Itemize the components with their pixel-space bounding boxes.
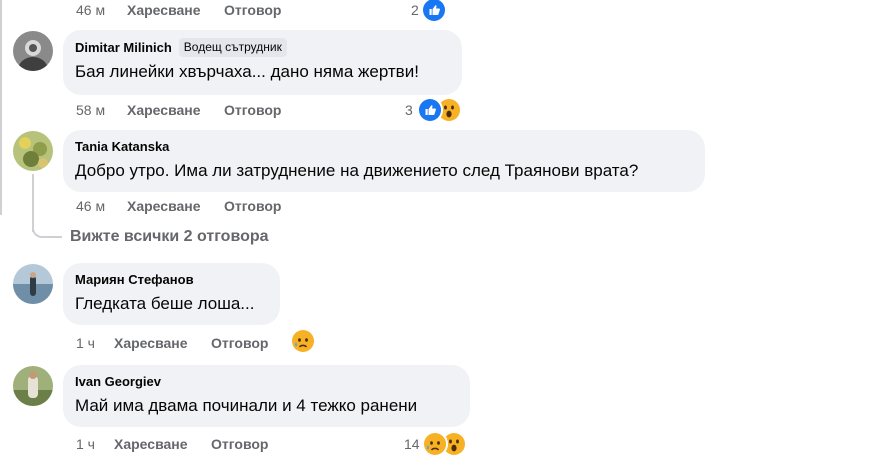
reply-button[interactable]: Отговор [224,100,281,120]
reaction-summary[interactable]: 2 [405,0,447,23]
like-button[interactable]: Харесване [127,196,201,216]
like-button[interactable]: Харесване [127,0,201,20]
comment-actions: 58 м Харесване Отговор [76,100,306,120]
thread-line [0,0,2,215]
comment-author[interactable]: Tania Katanska [75,139,169,155]
comment-text: Гледката беше лоша... [75,294,255,313]
comment-bubble: Ivan Georgiev Май има двама починали и 4… [63,365,470,427]
comment-timestamp[interactable]: 46 м [76,196,105,216]
reply-button[interactable]: Отговор [224,196,281,216]
like-icon [417,97,443,123]
reply-button[interactable]: Отговор [211,333,268,353]
comment-timestamp[interactable]: 58 м [76,100,105,120]
contributor-badge: Водещ сътрудник [178,38,287,57]
comment-text: Добро утро. Има ли затруднение на движен… [75,161,639,180]
comment-author[interactable]: Dimitar Milinich [75,40,172,56]
avatar[interactable] [13,264,53,304]
comment-text: Май има двама починали и 4 тежко ранени [75,396,418,415]
reply-connector-line [32,174,34,232]
comment-bubble: Dimitar Milinich Водещ сътрудник Бая лине… [63,30,462,95]
sad-icon [290,328,316,354]
reaction-summary[interactable]: 3 [405,97,465,123]
comment-author[interactable]: Ivan Georgiev [75,374,161,390]
reply-button[interactable]: Отговор [211,434,268,454]
like-button[interactable]: Харесване [114,333,188,353]
view-all-replies-link[interactable]: Вижте всички 2 отговора [70,228,269,246]
comment-actions: 46 м Харесване Отговор [76,0,306,20]
like-icon [421,0,447,23]
sad-icon [422,431,448,457]
like-button[interactable]: Харесване [127,100,201,120]
reaction-count: 3 [405,102,413,118]
reply-button[interactable]: Отговор [224,0,281,20]
comment-text: Бая линейки хвърчаха... дано няма жертви… [75,62,419,81]
reaction-summary[interactable] [290,328,316,354]
reaction-count: 2 [411,2,419,18]
avatar[interactable] [13,366,53,406]
like-button[interactable]: Харесване [114,434,188,454]
comment-actions: 1 ч Харесване Отговор [76,434,306,454]
reply-connector-curve [32,226,62,238]
comment-actions: 46 м Харесване Отговор [76,196,306,216]
avatar[interactable] [13,31,53,71]
comment-author[interactable]: Мариян Стефанов [75,272,194,288]
comment-timestamp[interactable]: 1 ч [76,434,95,454]
comment-bubble: Мариян Стефанов Гледката беше лоша... [63,263,280,325]
comment-actions: 1 ч Харесване Отговор [76,333,306,353]
avatar[interactable] [13,131,53,171]
comment-bubble: Tania Katanska Добро утро. Има ли затруд… [63,130,705,192]
comment-timestamp[interactable]: 46 м [76,0,105,20]
comment-timestamp[interactable]: 1 ч [76,333,95,353]
